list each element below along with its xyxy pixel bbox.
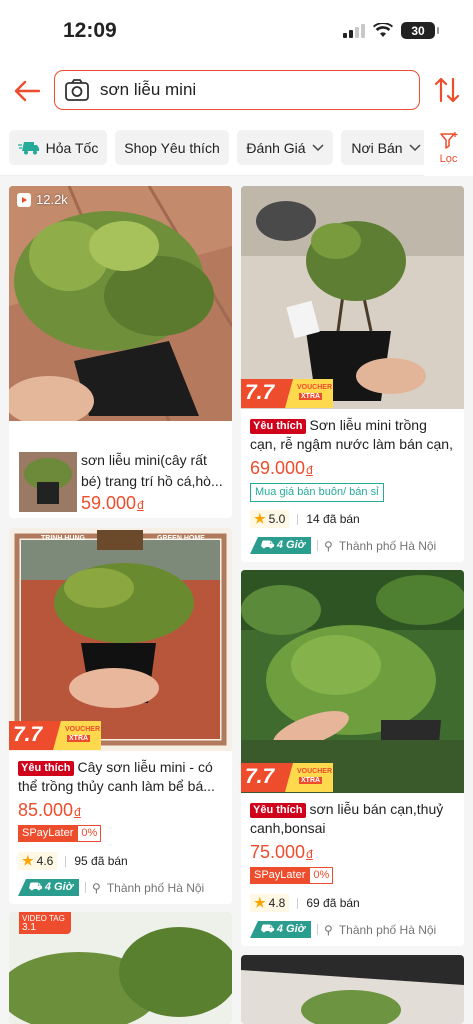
video-views: 12.2k [17, 192, 68, 207]
product-title: sơn liễu mini(cây rất bé) trang trí hồ c… [81, 452, 223, 489]
promo-xtra-label: XTRA [67, 735, 91, 742]
product-price: 59.000đ [81, 493, 144, 513]
chevron-down-icon [312, 143, 324, 151]
favorite-tag: Yêu thích [250, 419, 306, 434]
product-card[interactable]: VIDEO TAG 3.1 [9, 912, 232, 1024]
product-title: Yêu thích Cây sơn liễu mini - có thể trồn… [18, 759, 215, 794]
product-card[interactable]: TRINH HUNG GREEN HOME 7.7 VOUCHER XTRA Y… [9, 528, 232, 904]
shipping-row: ⛟ 4 Giờ ⚲ Thành phố Hà Nội [250, 537, 436, 554]
back-arrow-icon[interactable] [12, 76, 42, 106]
promo-voucher-label: VOUCHER [297, 768, 333, 775]
delivery-truck-icon: ⛟ [260, 539, 274, 551]
shipping-row: ⛟ 4 Giờ ⚲ Thành phố Hà Nội [18, 879, 204, 896]
filter-chip-express[interactable]: Hỏa Tốc [9, 130, 107, 165]
shop-banner-left: TRINH HUNG [41, 535, 85, 542]
product-image [241, 955, 464, 1024]
star-rating: ★ 5.0 [250, 510, 290, 528]
product-price: 85.000đ [18, 800, 81, 820]
product-title: Yêu thích Sơn liễu mini trồng cạn, rễ ngậ… [250, 417, 453, 452]
search-header: sơn liễu mini [0, 62, 473, 120]
promo-xtra-label: XTRA [299, 777, 323, 784]
product-thumbnail[interactable] [19, 452, 77, 512]
delivery-truck-icon: ⛟ [260, 923, 274, 935]
search-query: sơn liễu mini [100, 80, 197, 99]
sold-count: 95 đã bán [74, 854, 128, 868]
filter-chip-favorite-shop[interactable]: Shop Yêu thích [115, 130, 229, 165]
filter-chip-label: Shop Yêu thích [124, 139, 220, 156]
spaylater-badge: SPayLater 0% [18, 825, 102, 842]
location: Thành phố Hà Nội [338, 538, 437, 553]
promo-voucher-label: VOUCHER [65, 726, 101, 733]
fast-delivery-badge: ⛟ 4 Giờ [250, 921, 312, 938]
filter-chip-label: Hỏa Tốc [45, 139, 99, 156]
promo-xtra-label: XTRA [299, 393, 323, 400]
rating-row: ★ 5.0 14 đã bán [250, 510, 360, 528]
promo-voucher-label: VOUCHER [297, 384, 333, 391]
promo-badge-label: 7.7 [13, 723, 43, 746]
product-image [241, 186, 464, 409]
filter-chip-label: Đánh Giá [246, 139, 306, 156]
favorite-tag: Yêu thích [250, 803, 306, 818]
star-icon: ★ [254, 511, 266, 526]
product-card[interactable]: 12.2k sơn liễu mini(cây rất bé) trang tr… [9, 186, 232, 518]
product-image [241, 570, 464, 793]
search-input[interactable]: sơn liễu mini [54, 70, 420, 110]
express-truck-icon [17, 141, 39, 154]
rating-row: ★ 4.8 69 đã bán [250, 894, 360, 912]
filter-label: Lọc [439, 153, 458, 165]
star-icon: ★ [254, 895, 266, 910]
shipping-row: ⛟ 4 Giờ ⚲ Thành phố Hà Nội [250, 921, 436, 938]
filter-funnel-icon [439, 132, 457, 149]
video-play-icon [17, 192, 31, 207]
product-title: Yêu thích sơn liễu bán cạn,thuỷ canh,bons… [250, 801, 444, 836]
location: Thành phố Hà Nội [338, 922, 437, 937]
product-image [9, 186, 232, 421]
product-price: 69.000đ [250, 458, 313, 478]
status-time: 12:09 [63, 19, 117, 42]
product-card[interactable] [241, 955, 464, 1024]
location-pin-icon: ⚲ [92, 880, 101, 895]
filter-chip-location[interactable]: Nơi Bán [341, 130, 431, 165]
spaylater-badge: SPayLater 0% [250, 867, 334, 884]
promo-badge-label: 7.7 [245, 765, 275, 788]
chevron-down-icon [409, 143, 421, 151]
views-count: 12.2k [36, 192, 68, 207]
promo-badge-label: 7.7 [245, 381, 275, 404]
wifi-icon [373, 23, 393, 37]
product-card[interactable]: 7.7 VOUCHER XTRA Yêu thích sơn liễu bán c… [241, 570, 464, 946]
video-tag: VIDEO TAG 3.1 [19, 912, 71, 934]
product-image [9, 528, 232, 751]
star-rating: ★ 4.8 [250, 894, 290, 912]
product-card[interactable]: 7.7 VOUCHER XTRA Yêu thích Sơn liễu mini … [241, 186, 464, 562]
delivery-truck-icon: ⛟ [28, 881, 42, 893]
status-bar: 12:09 30 [0, 0, 473, 62]
filter-chip-label: Nơi Bán [351, 139, 403, 156]
filter-chip-rating[interactable]: Đánh Giá [237, 130, 333, 165]
product-price: 75.000đ [250, 842, 313, 862]
sold-count: 14 đã bán [306, 512, 360, 526]
fast-delivery-badge: ⛟ 4 Giờ [250, 537, 312, 554]
sold-count: 69 đã bán [306, 896, 360, 910]
filter-bar: Hỏa Tốc Shop Yêu thích Đánh Giá Nơi Bán … [0, 120, 473, 176]
favorite-tag: Yêu thích [18, 761, 74, 776]
location: Thành phố Hà Nội [106, 880, 205, 895]
image-search-camera-icon[interactable] [64, 77, 90, 103]
star-icon: ★ [22, 853, 34, 868]
rating-row: ★ 4.6 95 đã bán [18, 852, 128, 870]
filter-button[interactable]: Lọc [424, 120, 473, 176]
sort-icon[interactable] [433, 75, 461, 105]
fast-delivery-badge: ⛟ 4 Giờ [18, 879, 80, 896]
cellular-signal-icon [343, 23, 365, 38]
star-rating: ★ 4.6 [18, 852, 58, 870]
battery-icon: 30 [401, 22, 439, 39]
location-pin-icon: ⚲ [324, 538, 333, 553]
location-pin-icon: ⚲ [324, 922, 333, 937]
wholesale-badge: Mua giá bán buôn/ bán sỉ [250, 483, 384, 502]
shop-banner-right: GREEN HOME [157, 535, 205, 542]
